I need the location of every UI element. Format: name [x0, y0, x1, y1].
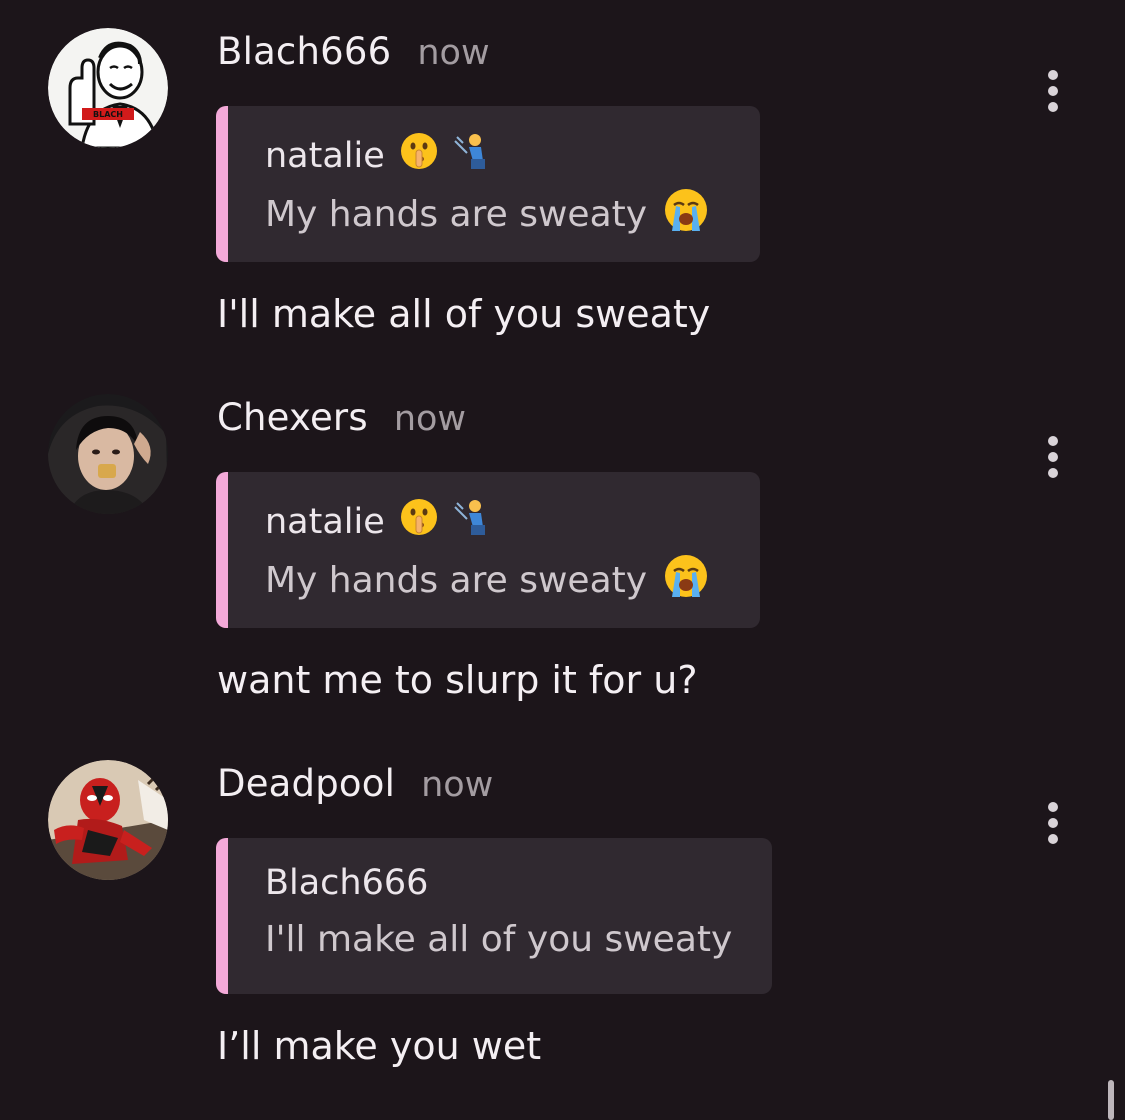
username[interactable]: Blach666 [217, 30, 391, 73]
more-options-icon[interactable] [1036, 432, 1070, 482]
username[interactable]: Deadpool [217, 762, 395, 805]
avatar[interactable] [48, 760, 168, 880]
scrollbar-thumb[interactable] [1108, 1080, 1114, 1120]
shushing-face-icon [399, 497, 439, 546]
timestamp: now [417, 33, 490, 73]
quote-author-name: natalie [265, 135, 385, 176]
username[interactable]: Chexers [217, 396, 368, 439]
message-body: want me to slurp it for u? [217, 658, 698, 702]
more-options-icon[interactable] [1036, 798, 1070, 848]
quote-text: My hands are sweaty [265, 187, 709, 242]
message-header: Deadpool now [217, 762, 493, 805]
timestamp: now [393, 399, 467, 439]
person-kneeling-icon [451, 131, 491, 180]
quote-accent-bar [216, 838, 228, 994]
quote-text: My hands are sweaty [265, 553, 709, 608]
quote-text-content: I'll make all of you sweaty [265, 919, 733, 960]
quote-text-content: My hands are sweaty [265, 560, 648, 601]
message-header: Blach666 now [217, 30, 490, 73]
shushing-face-icon [399, 131, 439, 180]
timestamp: now [421, 765, 494, 805]
person-kneeling-icon [451, 497, 491, 546]
deadpool-avatar-icon [48, 760, 168, 880]
message-body: I’ll make you wet [217, 1024, 542, 1068]
meme-man-avatar-icon: BLACH [48, 28, 168, 148]
message-header: Chexers now [217, 396, 466, 439]
quote-accent-bar [216, 106, 228, 262]
quote-author: natalie [265, 131, 491, 180]
quote-text-content: My hands are sweaty [265, 194, 648, 235]
quote-text: I'll make all of you sweaty [265, 919, 732, 960]
photo-avatar-icon [48, 394, 168, 514]
quote-author: natalie [265, 497, 491, 546]
avatar[interactable] [48, 394, 168, 514]
avatar[interactable]: BLACH [48, 28, 168, 148]
quoted-message[interactable]: Blach666 I'll make all of you sweaty [216, 838, 772, 994]
message-feed: BLACH Blach666 now natalie My hands are … [0, 0, 1125, 1120]
quoted-message[interactable]: natalie My hands are sweaty [216, 472, 760, 628]
quote-author-name: Blach666 [265, 863, 429, 903]
loudly-crying-face-icon [663, 553, 709, 608]
quote-accent-bar [216, 472, 228, 628]
quote-author: Blach666 [265, 863, 428, 903]
quoted-message[interactable]: natalie My hands are sweaty [216, 106, 760, 262]
svg-text:BLACH: BLACH [93, 110, 123, 119]
message-body: I'll make all of you sweaty [217, 292, 711, 336]
quote-author-name: natalie [265, 501, 385, 542]
more-options-icon[interactable] [1036, 66, 1070, 116]
loudly-crying-face-icon [663, 187, 709, 242]
